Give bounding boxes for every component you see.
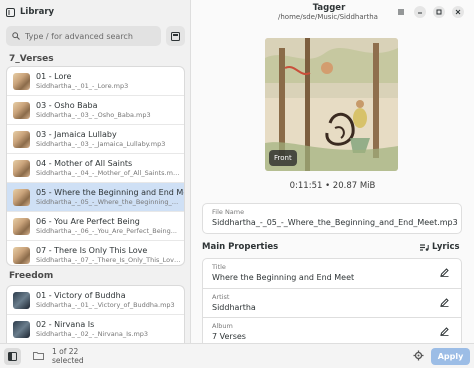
- search-icon: [12, 32, 20, 40]
- track-title: 02 - Nirvana Is: [36, 320, 95, 330]
- file-name-value: Siddhartha_-_05_-_Where_the_Beginning_an…: [212, 218, 458, 227]
- album-art-thumbnail: [13, 188, 30, 206]
- track-file: Siddhartha_-_04_-_Mother_of_All_Saints.m…: [36, 168, 181, 177]
- list-item[interactable]: 01 - Victory of Buddha Siddhartha_-_01_-_…: [7, 286, 184, 315]
- file-name-label: File Name: [212, 208, 245, 216]
- album-label: Album: [212, 322, 233, 330]
- edit-icon[interactable]: [440, 298, 449, 307]
- track-file: Siddhartha_-_01_-_Victory_of_Buddha.mp3: [36, 300, 175, 309]
- minimize-icon: [418, 12, 422, 14]
- settings-icon[interactable]: [413, 350, 424, 361]
- track-title: 01 - Victory of Buddha: [36, 290, 126, 300]
- menu-icon: [398, 9, 404, 15]
- album-art-thumbnail: [13, 247, 30, 264]
- window-path: /home/sde/Music/Siddhartha: [278, 13, 378, 21]
- album-art-thumbnail: [13, 130, 30, 148]
- folder-icon[interactable]: [33, 351, 44, 360]
- file-name-field[interactable]: File Name Siddhartha_-_05_-_Where_the_Be…: [202, 203, 462, 234]
- tagger-panel: Tagger /home/sde/Music/Siddhartha Front …: [191, 0, 474, 368]
- group-list-freedom: 01 - Victory of Buddha Siddhartha_-_01_-_…: [6, 285, 185, 345]
- artist-field[interactable]: Artist Siddhartha: [202, 289, 462, 318]
- album-field[interactable]: Album 7 Verses: [202, 318, 462, 344]
- list-item[interactable]: 03 - Jamaica Lullaby Siddhartha_-_03_-_Ja…: [7, 125, 184, 154]
- close-button[interactable]: [452, 6, 464, 18]
- list-item[interactable]: 06 - You Are Perfect Being Siddhartha_-_0…: [7, 212, 184, 241]
- tagger-window: Library Type / for advanced search 7_Ver…: [0, 0, 474, 368]
- toggle-sidebar-button[interactable]: [4, 348, 21, 365]
- list-item-selected[interactable]: 05 - Where the Beginning and End Meet Sid…: [7, 183, 184, 212]
- minimize-button[interactable]: [414, 6, 426, 18]
- library-title: Library: [20, 7, 55, 17]
- album-value: 7 Verses: [212, 332, 246, 341]
- lyrics-button[interactable]: Lyrics: [420, 242, 460, 252]
- edit-icon[interactable]: [440, 327, 449, 336]
- title-label: Title: [212, 263, 226, 271]
- track-title: 06 - You Are Perfect Being: [36, 216, 140, 226]
- advanced-search-button[interactable]: [166, 26, 185, 46]
- sidebar-icon: [8, 352, 17, 361]
- selection-count-line2: selected: [52, 355, 84, 365]
- track-file: Siddhartha_-_06_-_You_Are_Perfect_Being.…: [36, 226, 177, 235]
- album-art-thumbnail: [13, 291, 30, 309]
- album-art-thumbnail: [13, 101, 30, 119]
- track-title: 04 - Mother of All Saints: [36, 158, 133, 168]
- search-placeholder: Type / for advanced search: [25, 31, 133, 41]
- library-icon: [6, 7, 15, 17]
- group-header-7-verses: 7_Verses: [9, 54, 54, 64]
- close-icon: [455, 9, 461, 15]
- list-item[interactable]: 04 - Mother of All Saints Siddhartha_-_04…: [7, 154, 184, 183]
- track-file: Siddhartha_-_01_-_Lore.mp3: [36, 81, 129, 90]
- list-item[interactable]: 03 - Osho Baba Siddhartha_-_03_-_Osho_Bab…: [7, 96, 184, 125]
- track-title: 07 - There Is Only This Love: [36, 246, 148, 256]
- album-art-thumbnail: [13, 72, 30, 90]
- album-art-thumbnail: [13, 159, 30, 177]
- apply-button[interactable]: Apply: [431, 348, 470, 365]
- track-info: 0:11:51 • 20.87 MiB: [289, 181, 376, 191]
- selection-count: 1 of 22 selected: [52, 347, 84, 365]
- album-cover[interactable]: Front: [265, 38, 398, 171]
- list-item[interactable]: 02 - Nirvana Is Siddhartha_-_02_-_Nirvana…: [7, 315, 184, 344]
- library-header: Library: [0, 0, 191, 24]
- track-file: Siddhartha_-_02_-_Nirvana_Is.mp3: [36, 330, 149, 339]
- artist-value: Siddhartha: [212, 303, 256, 312]
- lyrics-icon: [420, 243, 429, 251]
- title-value: Where the Beginning and End Meet: [212, 273, 355, 282]
- track-file: Siddhartha_-_03_-_Jamaica_Lullaby.mp3: [36, 139, 166, 148]
- track-title: 03 - Jamaica Lullaby: [36, 129, 117, 139]
- edit-icon[interactable]: [440, 268, 449, 277]
- group-list-7-verses: 01 - Lore Siddhartha_-_01_-_Lore.mp3 03 -…: [6, 66, 185, 266]
- search-input[interactable]: Type / for advanced search: [6, 26, 161, 46]
- window-header: Tagger /home/sde/Music/Siddhartha: [191, 0, 474, 24]
- main-properties-heading: Main Properties: [202, 242, 279, 252]
- artist-label: Artist: [212, 293, 230, 301]
- list-item[interactable]: 07 - There Is Only This Love Siddhartha_-…: [7, 241, 184, 265]
- library-panel: Library Type / for advanced search 7_Ver…: [0, 0, 191, 368]
- advanced-search-icon: [171, 31, 180, 41]
- window-title: Tagger: [312, 3, 346, 13]
- track-title: 01 - Lore: [36, 71, 72, 81]
- lyrics-label: Lyrics: [432, 242, 460, 252]
- title-field[interactable]: Title Where the Beginning and End Meet: [202, 258, 462, 289]
- track-file: Siddhartha_-_05_-_Where_the_Beginning_a.…: [36, 197, 181, 206]
- menu-button[interactable]: [395, 6, 407, 18]
- album-art-thumbnail: [13, 217, 30, 235]
- track-file: Siddhartha_-_07_-_There_Is_Only_This_Lov…: [36, 256, 181, 265]
- maximize-button[interactable]: [433, 6, 445, 18]
- library-footer: 1 of 22 selected: [0, 343, 191, 368]
- maximize-icon: [436, 9, 442, 15]
- track-title: 05 - Where the Beginning and End Meet: [36, 187, 184, 197]
- album-art-thumbnail: [13, 321, 30, 338]
- list-item[interactable]: 01 - Lore Siddhartha_-_01_-_Lore.mp3: [7, 67, 184, 96]
- tagger-footer: Apply: [191, 343, 474, 368]
- group-header-freedom: Freedom: [9, 271, 54, 281]
- track-title: 03 - Osho Baba: [36, 100, 98, 110]
- cover-type-label: Front: [269, 150, 297, 166]
- track-file: Siddhartha_-_03_-_Osho_Baba.mp3: [36, 110, 151, 119]
